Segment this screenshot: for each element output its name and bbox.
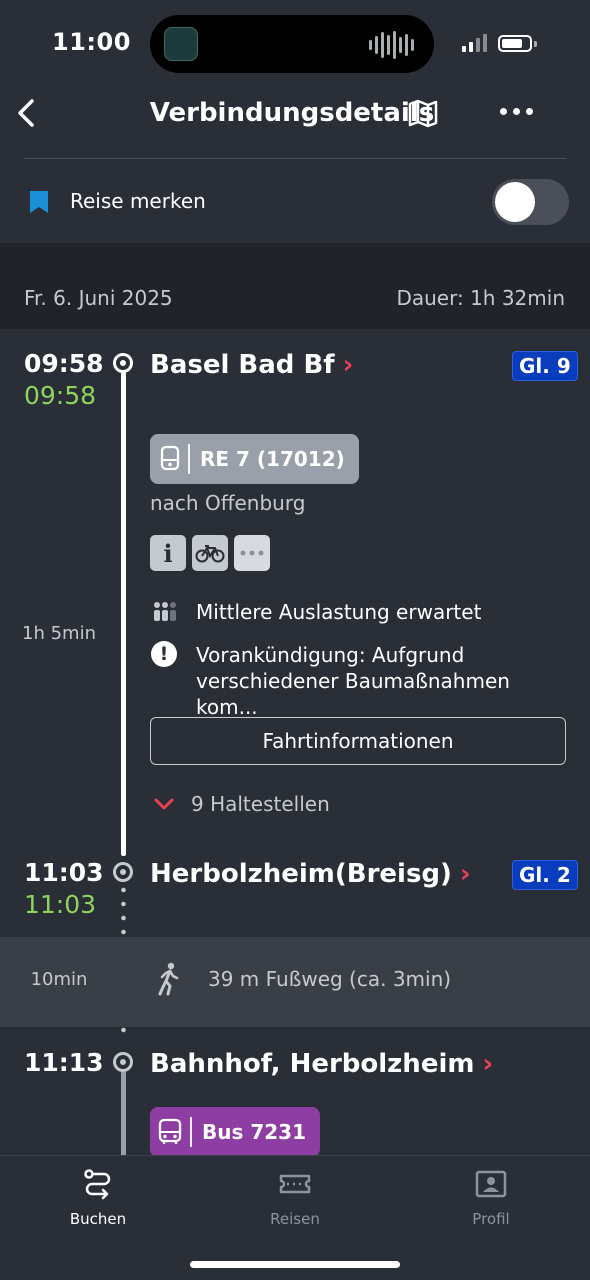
status-time: 11:00 (52, 28, 131, 56)
home-indicator (190, 1261, 400, 1268)
station-name: Bahnhof, Herbolzheim (150, 1049, 475, 1079)
info-icon[interactable]: i (150, 535, 186, 571)
bookmark-icon (30, 191, 48, 213)
stop-node (113, 353, 133, 373)
arrival-time: 11:03 (24, 858, 104, 887)
train-badge[interactable]: RE 7 (17012) (150, 434, 359, 484)
timeline-line-train (121, 372, 126, 856)
toggle-knob (495, 182, 535, 222)
station-herbolzheim[interactable]: Herbolzheim(Breisg) › (150, 859, 471, 889)
badge-separator (188, 444, 190, 474)
notice-line-2: verschiedener Baumaßnahmen kom... (196, 669, 510, 719)
battery-icon (498, 35, 532, 52)
route-icon (84, 1169, 111, 1200)
trip-date: Fr. 6. Juni 2025 (24, 286, 173, 310)
occupancy-icon (154, 602, 176, 621)
platform-badge: Gl. 2 (512, 860, 578, 890)
departure-live-time: 09:58 (24, 381, 97, 410)
ticket-icon (279, 1174, 311, 1194)
notice-text[interactable]: Vorankündigung: Aufgrund verschiedener B… (196, 642, 566, 720)
chevron-right-icon: › (342, 350, 354, 380)
cellular-signal-icon (462, 34, 487, 52)
chevron-down-icon[interactable] (153, 796, 175, 812)
station-bahnhof-herbolzheim[interactable]: Bahnhof, Herbolzheim › (150, 1049, 493, 1079)
header-divider (24, 158, 566, 159)
station-name: Basel Bad Bf (150, 350, 335, 380)
leg-duration: 1h 5min (22, 623, 96, 644)
tab-label: Profil (472, 1210, 510, 1228)
occupancy-text: Mittlere Auslastung erwartet (196, 600, 482, 624)
tab-reisen[interactable]: Reisen (235, 1168, 355, 1228)
departure-time: 09:58 (24, 349, 104, 378)
trip-info-button[interactable]: Fahrtinformationen (150, 717, 566, 765)
tab-profil[interactable]: Profil (431, 1168, 551, 1228)
trip-duration: Dauer: 1h 32min (396, 286, 565, 310)
tab-label: Reisen (270, 1210, 320, 1228)
station-basel[interactable]: Basel Bad Bf › (150, 350, 353, 380)
profile-icon (475, 1170, 507, 1198)
bicycle-icon[interactable] (192, 535, 228, 571)
bookmark-toggle[interactable] (492, 179, 569, 225)
audio-wave-icon (369, 31, 414, 59)
app-activity-icon (164, 27, 198, 61)
walking-person-icon (158, 962, 179, 996)
train-name: RE 7 (17012) (200, 447, 345, 471)
bus-badge[interactable]: Bus 7231 (150, 1107, 321, 1157)
stop-node (113, 1052, 133, 1072)
chevron-right-icon: › (459, 859, 471, 889)
station-name: Herbolzheim(Breisg) (150, 859, 452, 889)
intermediate-stops-toggle[interactable]: 9 Haltestellen (191, 792, 330, 816)
page-title-text: Verbindungsdetails (149, 98, 435, 128)
chevron-right-icon: › (482, 1049, 494, 1079)
bus-name: Bus 7231 (202, 1120, 307, 1144)
battery-tip (534, 41, 537, 47)
map-icon[interactable] (407, 98, 439, 128)
bus-departure-time: 11:13 (24, 1048, 104, 1077)
tab-label: Buchen (69, 1210, 127, 1228)
timeline-line-bus (121, 1072, 126, 1156)
train-direction: nach Offenburg (150, 491, 306, 515)
warning-icon: ! (151, 641, 177, 667)
arrival-live-time: 11:03 (24, 890, 97, 919)
stop-node (113, 862, 133, 882)
badge-separator (190, 1117, 192, 1147)
platform-badge: Gl. 9 (512, 351, 578, 381)
tab-buchen[interactable]: Buchen (38, 1168, 158, 1228)
bookmark-label: Reise merken (70, 189, 206, 213)
train-icon (160, 445, 180, 471)
more-options-icon[interactable] (500, 108, 533, 115)
bus-icon (158, 1118, 182, 1144)
walk-duration: 10min (30, 969, 88, 990)
more-attributes-icon[interactable] (234, 535, 270, 571)
walk-text: 39 m Fußweg (ca. 3min) (208, 967, 452, 991)
notice-line-1: Vorankündigung: Aufgrund (196, 643, 465, 667)
